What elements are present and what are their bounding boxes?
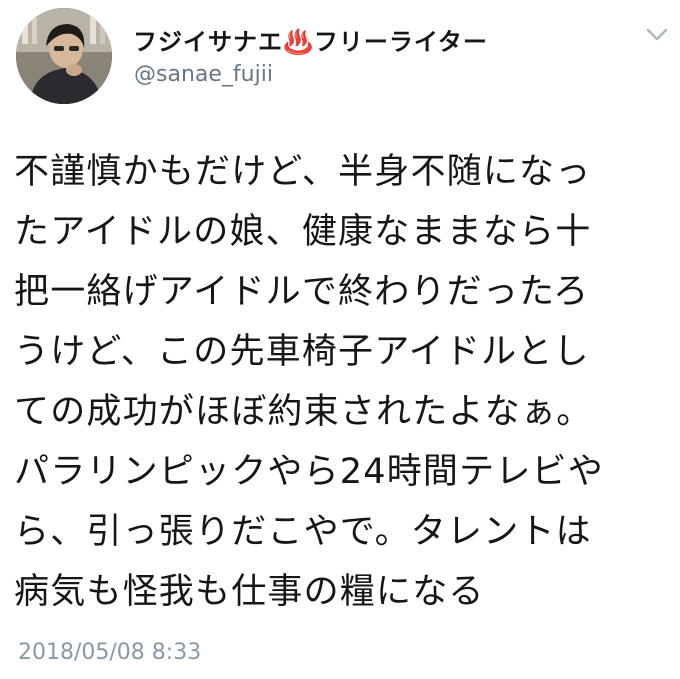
tweet-text: 不謹慎かもだけど、半身不随になっ たアイドルの娘、健康なままなら十 把一絡げアイ… (14, 142, 676, 622)
tweet-card: フジイサナエ♨️フリーライター @sanae_fujii 不謹慎かもだけど、半身… (0, 0, 680, 679)
tweet-text-line: 不謹慎かもだけど、半身不随になっ (14, 152, 592, 192)
tweet-text-line: パラリンピックやら24時間テレビや (14, 452, 604, 492)
profile-photo-icon (16, 8, 112, 104)
tweet-text-line: うけど、この先車椅子アイドルとし (14, 332, 590, 372)
tweet-text-line: 病気も怪我も仕事の糧になる (14, 572, 485, 612)
username[interactable]: @sanae_fujii (134, 62, 273, 87)
tweet-text-line: ら、引っ張りだこやで。タレントは (14, 512, 592, 552)
tweet-text-line: ての成功がほぼ約束されたよなぁ。 (14, 392, 593, 432)
tweet-text-line: 把一絡げアイドルで終わりだったろ (14, 272, 590, 312)
tweet-text-line: たアイドルの娘、健康なままなら十 (14, 212, 592, 252)
chevron-down-icon[interactable] (646, 28, 668, 42)
display-name[interactable]: フジイサナエ♨️フリーライター (133, 22, 488, 57)
avatar[interactable] (16, 8, 112, 104)
tweet-timestamp[interactable]: 2018/05/08 8:33 (18, 640, 201, 665)
